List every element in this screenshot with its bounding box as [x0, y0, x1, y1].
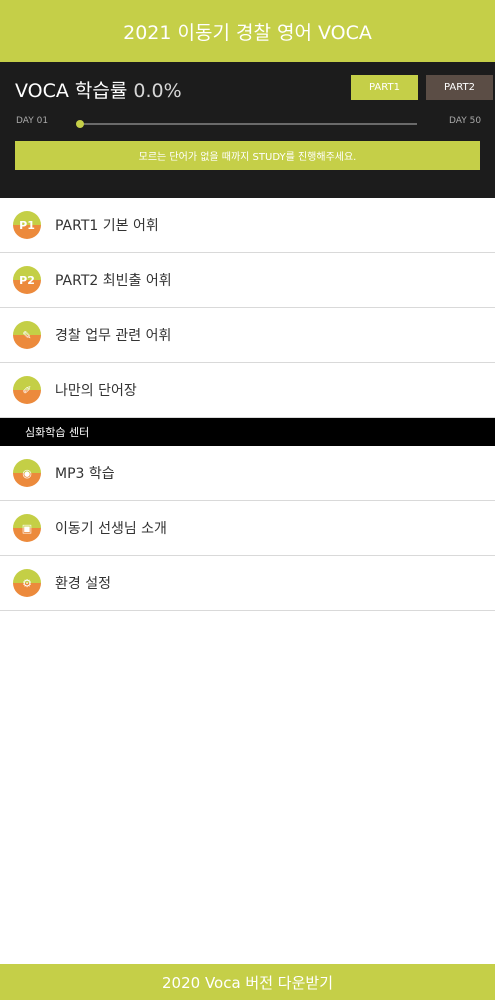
menu-item-label: 이동기 선생님 소개 — [55, 521, 167, 537]
day-progress-slider[interactable] — [76, 120, 417, 128]
menu-item-menu-2[interactable]: ✎ 경찰 업무 관련 어휘 — [0, 308, 495, 363]
part1-button[interactable]: PART1 — [351, 75, 418, 100]
slider-track — [80, 123, 417, 125]
day-end-label: DAY 50 — [449, 116, 482, 126]
menu-item-label: 환경 설정 — [55, 576, 111, 592]
menu-item-menu2-2[interactable]: ⚙ 환경 설정 — [0, 556, 495, 611]
menu-item-menu-0[interactable]: P1 PART1 기본 어휘 — [0, 198, 495, 253]
menu-item-label: 경찰 업무 관련 어휘 — [55, 328, 172, 344]
pencil-icon: ✎ — [13, 321, 41, 349]
p1-badge-icon: P1 — [13, 211, 41, 239]
study-notice: 모르는 단어가 없을 때까지 STUDY를 진행해주세요. — [15, 141, 480, 170]
menu-item-label: PART1 기본 어휘 — [55, 218, 159, 234]
app-title: 2021 이동기 경찰 영어 VOCA — [123, 21, 372, 44]
menu-item-menu-3[interactable]: ✐ 나만의 단어장 — [0, 363, 495, 418]
day-start-label: DAY 01 — [16, 116, 49, 126]
main-menu: P1 PART1 기본 어휘 P2 PART2 최빈출 어휘 ✎ 경찰 업무 관련 어휘 ✐… — [0, 198, 495, 418]
progress-title: VOCA 학습률 — [15, 80, 128, 102]
notebook-icon: ✐ — [13, 376, 41, 404]
menu-item-label: PART2 최빈출 어휘 — [55, 273, 172, 289]
menu-item-label: 나만의 단어장 — [55, 383, 137, 399]
section-header: 심화학습 센터 — [0, 418, 495, 446]
progress-panel: VOCA 학습률 0.0% PART1 PART2 DAY 01 DAY 50 … — [0, 62, 495, 198]
teacher-board-icon: ▣ — [13, 514, 41, 542]
part2-button[interactable]: PART2 — [426, 75, 493, 100]
menu-item-menu-1[interactable]: P2 PART2 최빈출 어휘 — [0, 253, 495, 308]
app-header: 2021 이동기 경찰 영어 VOCA — [0, 0, 495, 62]
gears-icon: ⚙ — [13, 569, 41, 597]
progress-heading: VOCA 학습률 0.0% — [15, 76, 182, 103]
slider-thumb[interactable] — [76, 120, 84, 128]
download-label: 2020 Voca 버전 다운받기 — [162, 973, 333, 992]
progress-value: 0.0% — [133, 80, 182, 102]
menu-item-menu2-1[interactable]: ▣ 이동기 선생님 소개 — [0, 501, 495, 556]
mp3-player-icon: ◉ — [13, 459, 41, 487]
menu-item-label: MP3 학습 — [55, 466, 115, 482]
section-title: 심화학습 센터 — [25, 426, 90, 439]
p2-badge-icon: P2 — [13, 266, 41, 294]
download-button[interactable]: 2020 Voca 버전 다운받기 — [0, 964, 495, 1000]
advanced-menu: ◉ MP3 학습 ▣ 이동기 선생님 소개 ⚙ 환경 설정 — [0, 446, 495, 611]
menu-item-menu2-0[interactable]: ◉ MP3 학습 — [0, 446, 495, 501]
